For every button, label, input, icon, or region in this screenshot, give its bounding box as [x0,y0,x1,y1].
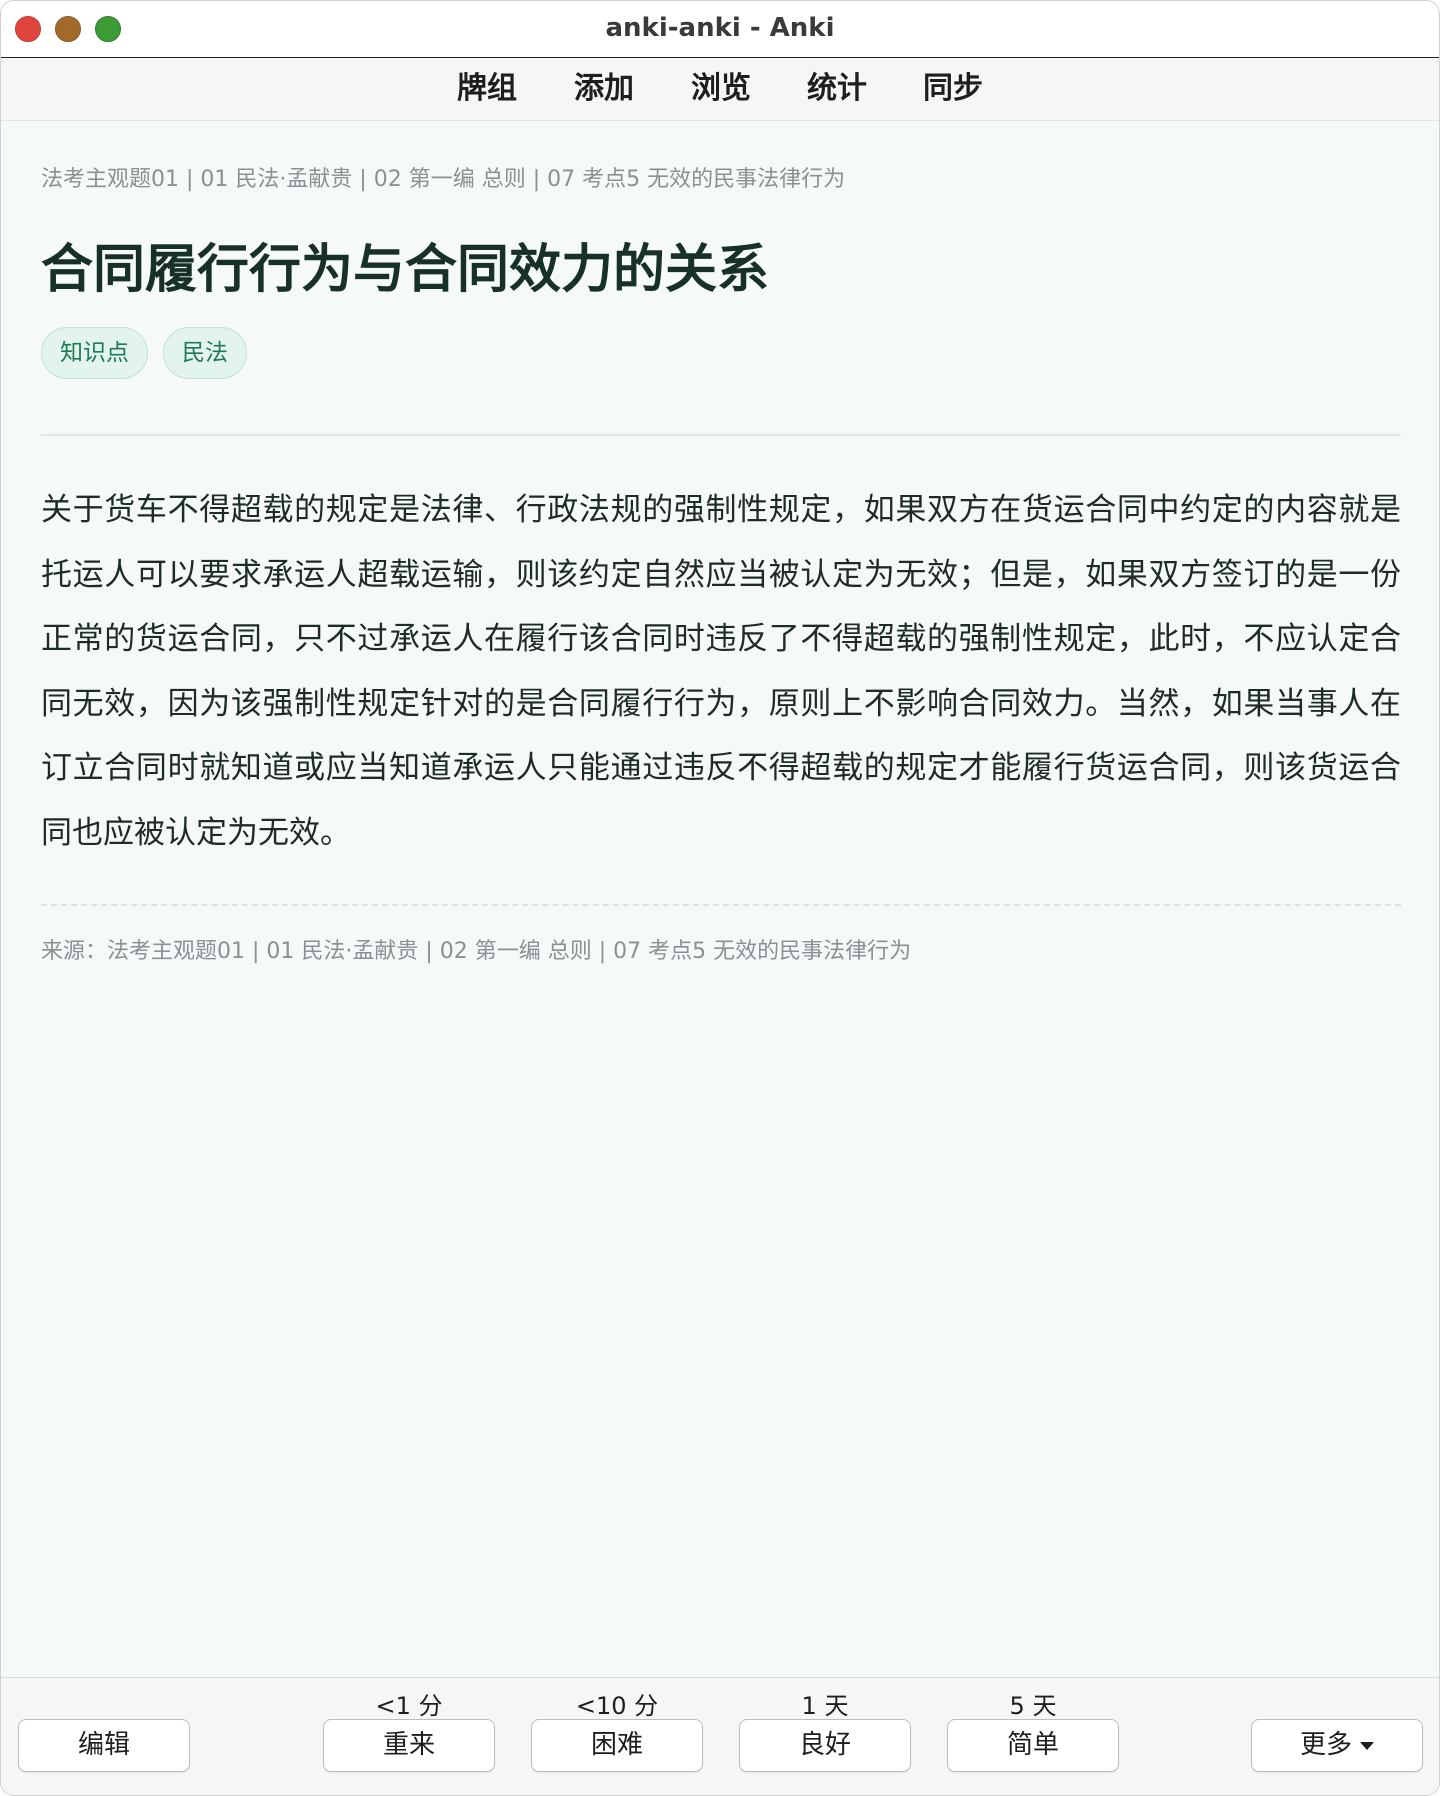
content-divider [41,434,1401,436]
caret-down-icon [1360,1741,1374,1750]
toolbar-add[interactable]: 添加 [574,58,634,120]
more-button-label: 更多 [1299,1730,1352,1760]
tag-civil-law: 民法 [163,327,247,379]
toolbar-browse[interactable]: 浏览 [691,58,751,120]
title-bar: anki-anki - Anki [1,1,1439,58]
edit-button[interactable]: 编辑 [18,1719,190,1772]
toolbar-sync[interactable]: 同步 [923,58,983,120]
source-divider [41,904,1401,906]
anki-window: anki-anki - Anki 牌组 添加 浏览 统计 同步 法考主观题01 … [0,0,1440,1796]
window-title: anki-anki - Anki [605,13,835,43]
tag-knowledge-point: 知识点 [41,327,148,379]
card-title: 合同履行行为与合同效力的关系 [41,240,770,300]
card-body-text: 关于货车不得超载的规定是法律、行政法规的强制性规定，如果双方在货运合同中约定的内… [41,492,1401,851]
toolbar-decks[interactable]: 牌组 [457,58,517,120]
hard-interval: <10 分 [575,1692,659,1720]
review-bottom-bar: 编辑 <1 分 重来 <10 分 困难 1 天 良好 5 天 简单 更多 [1,1677,1439,1795]
toolbar-stats[interactable]: 统计 [807,58,867,120]
deck-breadcrumb: 法考主观题01 | 01 民法·孟献贵 | 02 第一编 总则 | 07 考点5… [41,167,846,192]
hard-button[interactable]: 困难 [531,1719,703,1772]
card-source: 来源：法考主观题01 | 01 民法·孟献贵 | 02 第一编 总则 | 07 … [41,939,912,964]
main-toolbar: 牌组 添加 浏览 统计 同步 [1,58,1439,121]
good-button[interactable]: 良好 [739,1719,911,1772]
easy-button[interactable]: 简单 [947,1719,1119,1772]
again-interval: <1 分 [375,1692,443,1720]
easy-interval: 5 天 [1009,1692,1057,1720]
again-button[interactable]: 重来 [323,1719,495,1772]
more-button[interactable]: 更多 [1251,1719,1423,1772]
good-interval: 1 天 [801,1692,849,1720]
